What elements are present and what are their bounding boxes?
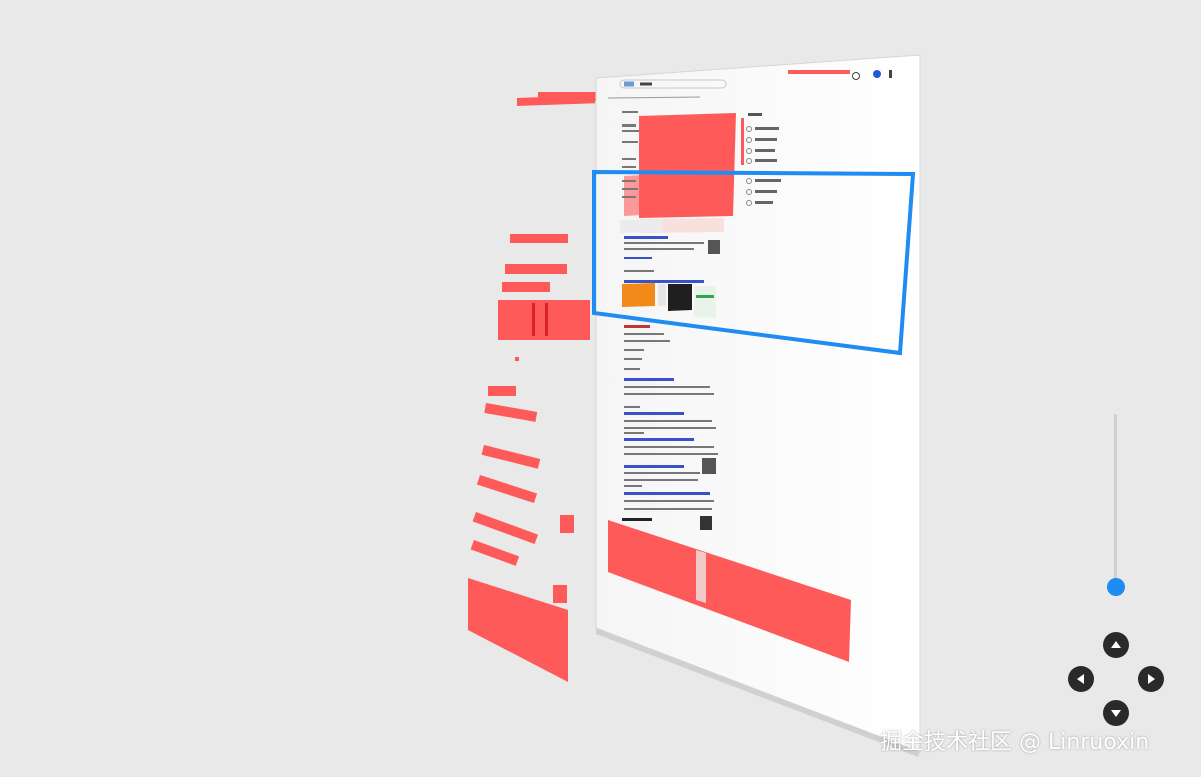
floating-layer — [560, 515, 574, 533]
menu-icon — [889, 70, 892, 78]
floating-layer — [510, 234, 568, 243]
header-layer — [788, 70, 850, 74]
footer-column — [696, 550, 706, 603]
content-block — [620, 219, 662, 233]
viewer-stage[interactable]: 掘金技术社区 @ Linruoxin — [0, 0, 1201, 777]
arrow-up-icon — [1111, 641, 1121, 648]
pan-up-button[interactable] — [1103, 632, 1129, 658]
watermark: 掘金技术社区 @ Linruoxin — [880, 730, 1150, 755]
floating-layer — [515, 357, 519, 361]
arrow-left-icon — [1077, 674, 1084, 684]
content-layer — [639, 113, 736, 218]
floating-layer — [502, 282, 550, 292]
arrow-right-icon — [1148, 674, 1155, 684]
floating-layer-stripe — [545, 303, 548, 336]
floating-layer — [505, 264, 567, 274]
pan-down-button[interactable] — [1103, 700, 1129, 726]
3d-page-scene[interactable] — [0, 0, 1201, 777]
arrow-down-icon — [1111, 710, 1121, 717]
content-layer — [741, 118, 744, 165]
logo — [624, 81, 634, 87]
floating-layer-group — [468, 92, 608, 682]
floating-layer — [517, 95, 595, 106]
floating-layer-stripe — [532, 303, 535, 336]
floating-layer — [470, 540, 520, 566]
query-text — [640, 82, 652, 86]
floating-layer — [553, 585, 567, 603]
floating-layer — [484, 402, 538, 422]
zoom-track[interactable] — [1114, 414, 1117, 596]
zoom-slider[interactable] — [1107, 414, 1125, 614]
pan-right-button[interactable] — [1138, 666, 1164, 692]
pan-left-button[interactable] — [1068, 666, 1094, 692]
floating-layer — [498, 300, 590, 340]
floating-layer — [476, 475, 538, 504]
avatar — [873, 70, 881, 78]
floating-layer — [481, 445, 541, 469]
zoom-thumb[interactable] — [1107, 577, 1125, 596]
floating-layer — [488, 386, 516, 396]
floating-layer — [472, 511, 539, 544]
